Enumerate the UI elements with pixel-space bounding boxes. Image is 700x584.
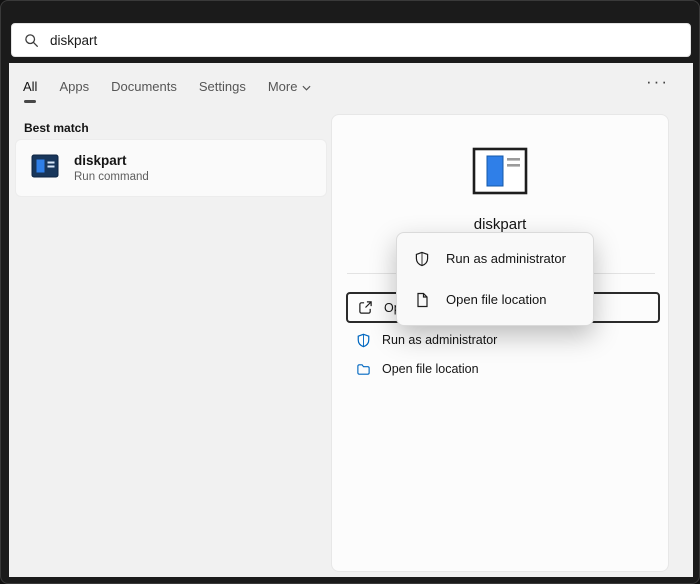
result-title: diskpart: [74, 153, 149, 168]
tab-all[interactable]: All: [23, 79, 37, 103]
best-match-result[interactable]: diskpart Run command: [15, 139, 327, 197]
menu-run-as-admin-label: Run as administrator: [446, 251, 566, 266]
search-bar[interactable]: diskpart: [11, 23, 691, 57]
tab-apps-label: Apps: [59, 79, 89, 94]
preview-title: diskpart: [332, 216, 668, 233]
open-file-location-action[interactable]: Open file location: [348, 357, 487, 381]
tab-more[interactable]: More: [268, 79, 312, 103]
result-subtitle: Run command: [74, 171, 149, 183]
chevron-down-icon: [302, 79, 311, 94]
run-as-admin-action[interactable]: Run as administrator: [348, 328, 505, 352]
shield-icon: [356, 333, 371, 348]
search-icon: [24, 33, 39, 48]
best-match-heading: Best match: [24, 121, 89, 135]
more-options-button[interactable]: ···: [646, 73, 669, 90]
tab-documents-label: Documents: [111, 79, 177, 94]
menu-item-run-as-admin[interactable]: Run as administrator: [397, 238, 593, 279]
run-as-admin-shield-icon: [414, 251, 430, 267]
open-file-location-label: Open file location: [382, 362, 479, 376]
diskpart-preview-icon: [471, 146, 529, 201]
context-menu: Run as administrator Open file location: [396, 232, 594, 326]
diskpart-app-icon: [31, 152, 59, 185]
search-input[interactable]: diskpart: [50, 33, 97, 48]
tab-settings[interactable]: Settings: [199, 79, 246, 103]
filter-tabs: All Apps Documents Settings More: [23, 79, 311, 103]
tab-settings-label: Settings: [199, 79, 246, 94]
preview-panel: diskpart Open: [331, 114, 669, 572]
menu-item-open-file-location[interactable]: Open file location: [397, 279, 593, 320]
run-as-admin-label: Run as administrator: [382, 333, 497, 347]
tab-all-label: All: [23, 79, 37, 94]
menu-open-file-location-label: Open file location: [446, 292, 546, 307]
result-text: diskpart Run command: [74, 153, 149, 183]
folder-icon: [356, 362, 371, 377]
tab-apps[interactable]: Apps: [59, 79, 89, 103]
open-icon: [358, 300, 373, 315]
file-location-icon: [414, 292, 430, 308]
search-window: diskpart All Apps Documents Settings Mor…: [0, 0, 700, 584]
tab-documents[interactable]: Documents: [111, 79, 177, 103]
tab-more-label: More: [268, 79, 298, 94]
